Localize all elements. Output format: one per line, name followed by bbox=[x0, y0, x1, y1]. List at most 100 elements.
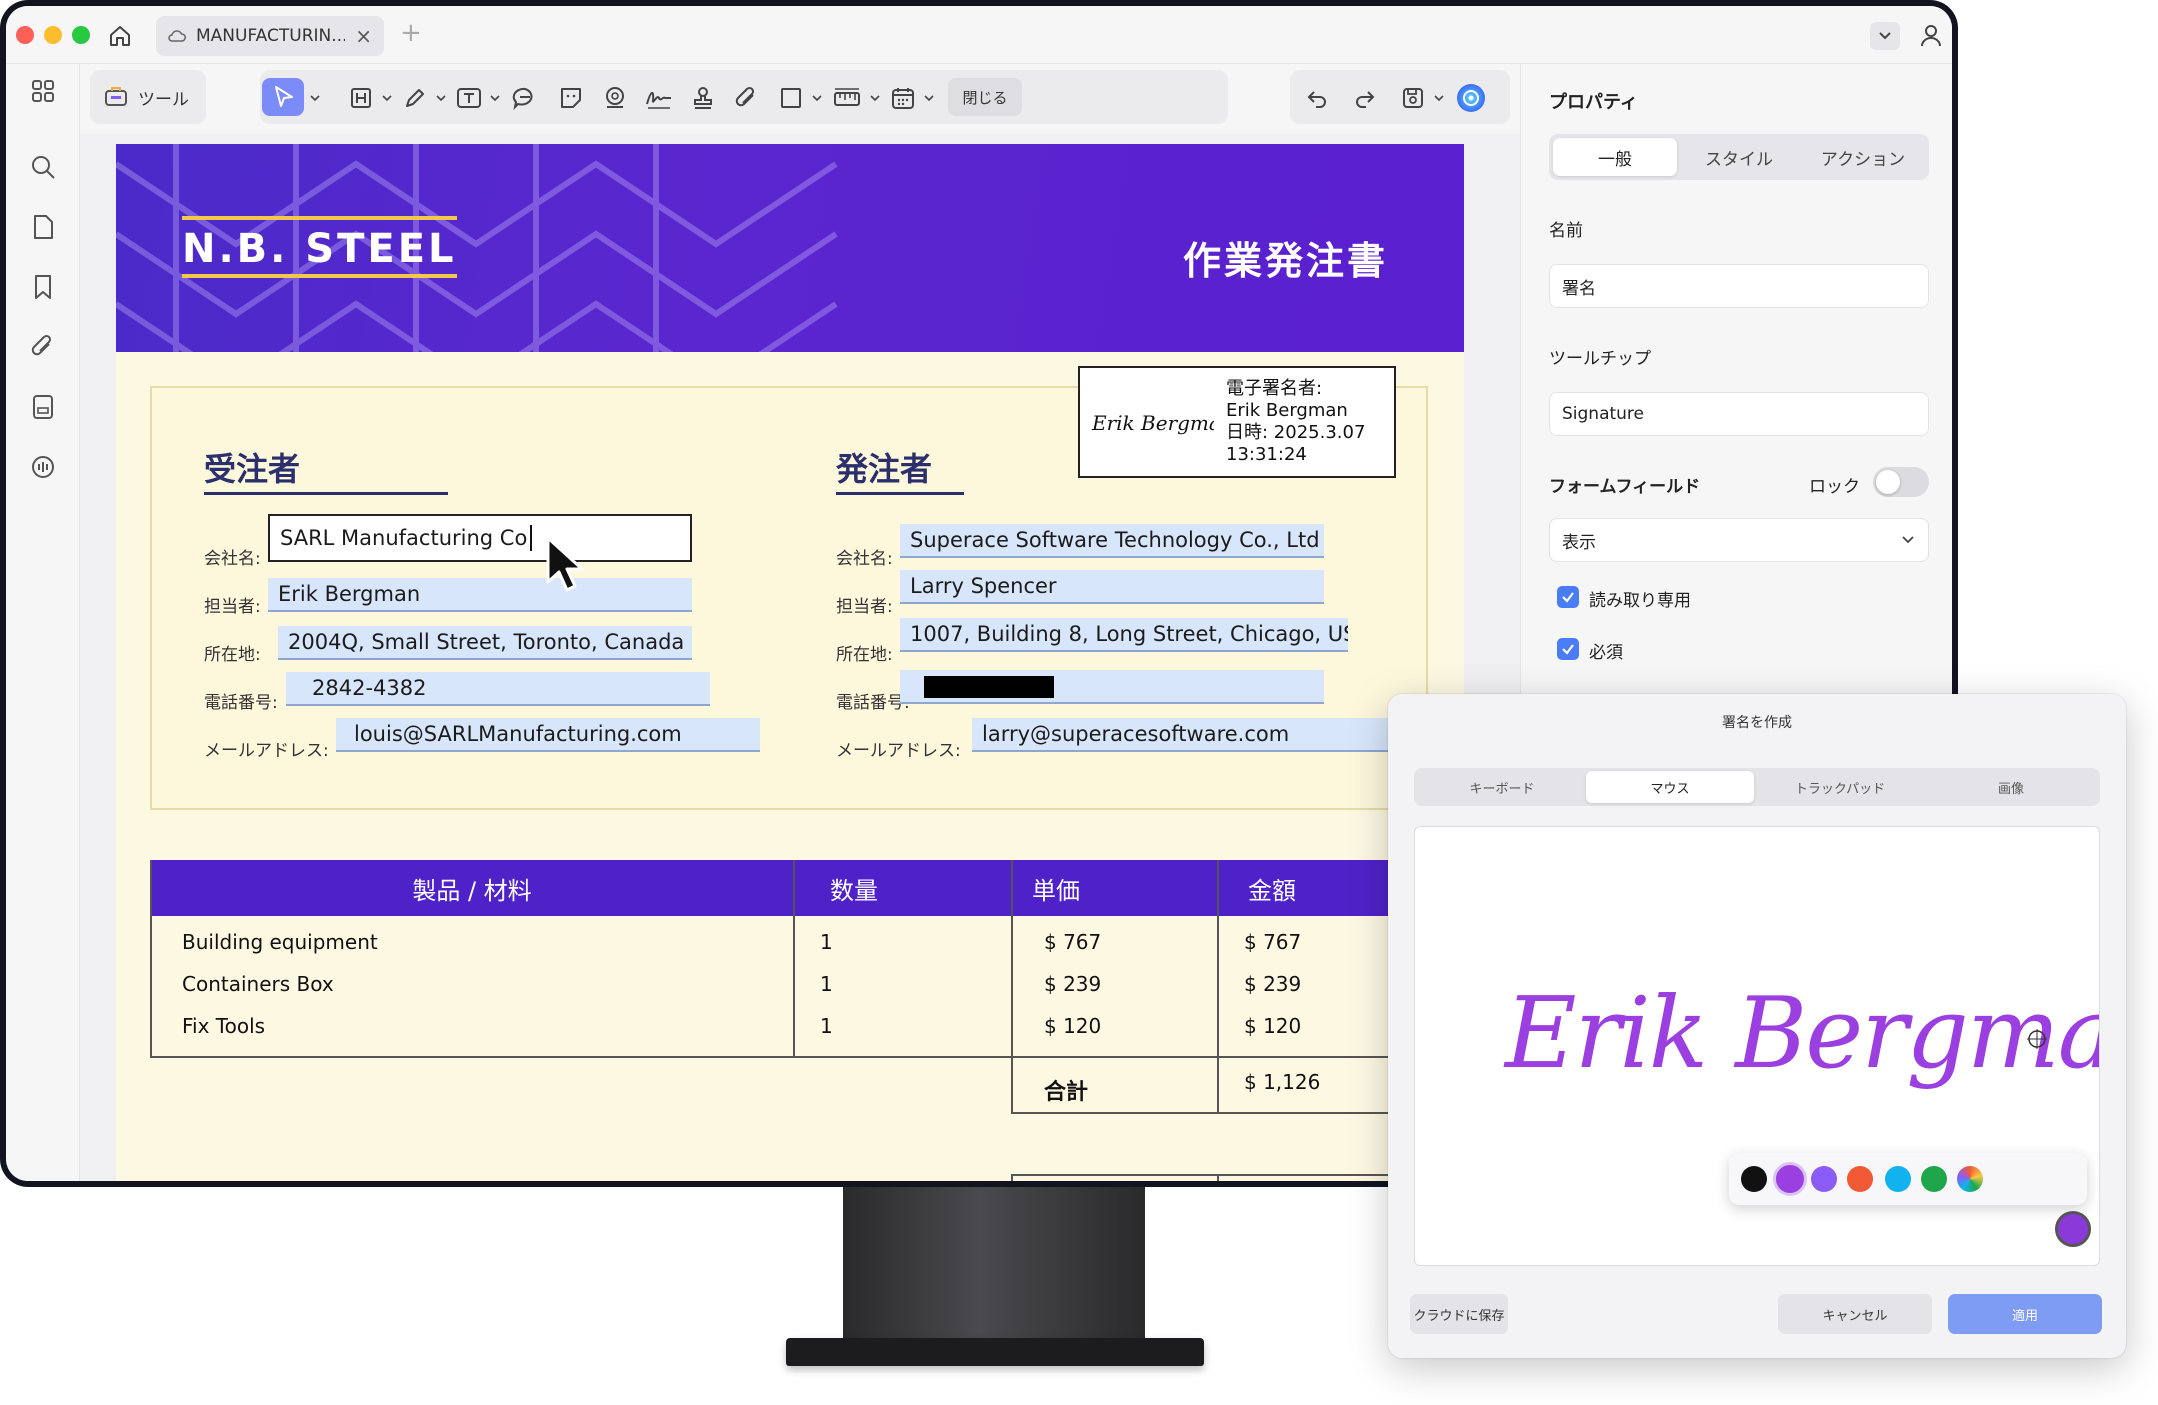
select-tool-caret[interactable] bbox=[310, 94, 320, 102]
date-tool-icon[interactable] bbox=[888, 83, 918, 113]
contractor-email-field[interactable]: louis@SARLManufacturing.com bbox=[336, 718, 760, 752]
tab-trackpad[interactable]: トラックパッド bbox=[1756, 771, 1924, 803]
color-cyan-swatch[interactable] bbox=[1885, 1166, 1911, 1192]
account-icon[interactable] bbox=[1916, 20, 1946, 50]
ai-assistant-icon[interactable] bbox=[1456, 83, 1486, 113]
highlight-tool-icon[interactable] bbox=[346, 83, 376, 113]
stamp-search-tool-icon[interactable] bbox=[600, 83, 630, 113]
attachment-icon[interactable] bbox=[24, 328, 62, 366]
tooltip-input[interactable]: Signature bbox=[1549, 392, 1929, 436]
sign-date: 日時: 2025.3.07 bbox=[1226, 422, 1366, 443]
document-viewport[interactable]: N.B. STEEL 作業発注書 受注者 発注者 会社名: SARL Manuf… bbox=[80, 134, 1520, 1181]
signature-tool-icon[interactable] bbox=[644, 83, 674, 113]
save-caret[interactable] bbox=[1434, 94, 1444, 102]
orderer-phone-field[interactable] bbox=[900, 670, 1324, 704]
tools-button[interactable]: ツール bbox=[90, 70, 206, 124]
shape-tool-icon[interactable] bbox=[776, 83, 806, 113]
header-product: 製品 / 材料 bbox=[150, 860, 794, 916]
grid-view-icon[interactable] bbox=[24, 72, 62, 110]
orderer-address-field[interactable]: 1007, Building 8, Long Street, Chicago, … bbox=[900, 618, 1348, 652]
toolbox-icon bbox=[104, 84, 128, 108]
mouse-pointer-icon bbox=[546, 536, 584, 592]
tab-action[interactable]: アクション bbox=[1801, 138, 1925, 176]
measure-tool-icon[interactable] bbox=[832, 83, 862, 113]
orderer-person-label: 担当者: bbox=[836, 597, 893, 617]
name-input[interactable]: 署名 bbox=[1549, 264, 1929, 308]
lock-toggle[interactable] bbox=[1873, 467, 1929, 497]
close-tab-icon[interactable]: × bbox=[355, 24, 372, 48]
tab-keyboard[interactable]: キーボード bbox=[1418, 771, 1586, 803]
table-divider-2 bbox=[1011, 860, 1013, 1114]
pen-tool-icon[interactable] bbox=[400, 83, 430, 113]
comment-tool-icon[interactable] bbox=[510, 83, 540, 113]
search-icon[interactable] bbox=[24, 148, 62, 186]
orderer-person-field[interactable]: Larry Spencer bbox=[900, 570, 1324, 604]
header-quantity: 数量 bbox=[794, 860, 1012, 916]
color-green-swatch[interactable] bbox=[1921, 1166, 1947, 1192]
tab-image[interactable]: 画像 bbox=[1926, 771, 2096, 803]
readonly-checkbox[interactable] bbox=[1557, 586, 1579, 608]
shape-tool-caret[interactable] bbox=[812, 94, 822, 102]
sign-time: 13:31:24 bbox=[1226, 444, 1307, 465]
current-color-button[interactable] bbox=[2055, 1211, 2091, 1247]
ai-chat-icon[interactable] bbox=[24, 448, 62, 486]
contractor-company-value: SARL Manufacturing Co bbox=[280, 526, 528, 550]
digital-signature-field[interactable]: Erik Bergman 電子署名者: Erik Bergman 日時: 202… bbox=[1078, 366, 1396, 478]
contractor-address-label: 所在地: bbox=[204, 645, 261, 665]
tab-style[interactable]: スタイル bbox=[1677, 138, 1801, 176]
date-tool-caret[interactable] bbox=[924, 94, 934, 102]
highlight-tool-caret[interactable] bbox=[382, 94, 392, 102]
document-tab[interactable]: MANUFACTURIN... × bbox=[156, 16, 384, 56]
required-label: 必須 bbox=[1589, 643, 1623, 663]
tab-title: MANUFACTURIN... bbox=[196, 26, 346, 46]
save-to-cloud-button[interactable]: クラウドに保存 bbox=[1410, 1294, 1508, 1334]
toolbar: ツール 閉じる bbox=[80, 64, 1520, 134]
page-thumbnail-icon[interactable] bbox=[24, 208, 62, 246]
form-fields-icon[interactable] bbox=[24, 388, 62, 426]
orderer-email-field[interactable]: larry@superacesoftware.com bbox=[972, 718, 1396, 752]
measure-tool-caret[interactable] bbox=[870, 94, 880, 102]
table-row-3-qty: 1 bbox=[820, 1014, 833, 1038]
attach-file-tool-icon[interactable] bbox=[732, 83, 762, 113]
color-picker-swatch[interactable] bbox=[1957, 1166, 1983, 1192]
new-tab-button[interactable]: + bbox=[400, 18, 422, 48]
text-box-tool-caret[interactable] bbox=[490, 94, 500, 102]
dialog-title: 署名を作成 bbox=[1722, 715, 1792, 731]
table-row-2-amount: $ 239 bbox=[1244, 972, 1302, 996]
save-icon[interactable] bbox=[1398, 83, 1428, 113]
select-tool-button[interactable] bbox=[262, 78, 304, 116]
close-tools-button[interactable]: 閉じる bbox=[948, 78, 1022, 116]
minimize-window-button[interactable] bbox=[44, 26, 62, 44]
required-checkbox[interactable] bbox=[1557, 638, 1579, 660]
color-orange-swatch[interactable] bbox=[1847, 1166, 1873, 1192]
apply-button[interactable]: 適用 bbox=[1948, 1294, 2102, 1334]
chevron-down-icon[interactable] bbox=[1870, 22, 1900, 50]
cancel-button[interactable]: キャンセル bbox=[1778, 1294, 1932, 1334]
bookmark-icon[interactable] bbox=[24, 268, 62, 306]
orderer-company-field[interactable]: Superace Software Technology Co., Ltd bbox=[900, 524, 1324, 558]
lock-label: ロック bbox=[1809, 477, 1860, 497]
close-window-button[interactable] bbox=[16, 26, 34, 44]
pen-tool-caret[interactable] bbox=[436, 94, 446, 102]
home-icon[interactable] bbox=[106, 22, 134, 50]
contractor-person-label: 担当者: bbox=[204, 597, 261, 617]
visibility-select[interactable]: 表示 bbox=[1549, 518, 1929, 562]
color-purple-swatch[interactable] bbox=[1773, 1162, 1807, 1196]
contractor-phone-field[interactable]: 2842-4382 bbox=[286, 672, 710, 706]
tab-general[interactable]: 一般 bbox=[1553, 138, 1677, 176]
color-black-swatch[interactable] bbox=[1741, 1166, 1767, 1192]
contractor-address-field[interactable]: 2004Q, Small Street, Toronto, Canada bbox=[278, 626, 692, 660]
color-violet-swatch[interactable] bbox=[1811, 1166, 1837, 1192]
stamp-tool-icon[interactable] bbox=[688, 83, 718, 113]
undo-icon[interactable] bbox=[1302, 83, 1332, 113]
signature-canvas[interactable]: Erik Bergman bbox=[1414, 826, 2100, 1266]
redo-icon[interactable] bbox=[1350, 83, 1380, 113]
orderer-phone-label: 電話番号: bbox=[836, 693, 910, 713]
text-box-tool-icon[interactable] bbox=[454, 83, 484, 113]
tab-mouse[interactable]: マウス bbox=[1586, 771, 1754, 803]
contractor-person-field[interactable]: Erik Bergman bbox=[268, 578, 692, 612]
sticker-tool-icon[interactable] bbox=[556, 83, 586, 113]
maximize-window-button[interactable] bbox=[72, 26, 90, 44]
contractor-company-field[interactable]: SARL Manufacturing Co bbox=[268, 514, 692, 562]
orderer-company-label: 会社名: bbox=[836, 549, 893, 569]
